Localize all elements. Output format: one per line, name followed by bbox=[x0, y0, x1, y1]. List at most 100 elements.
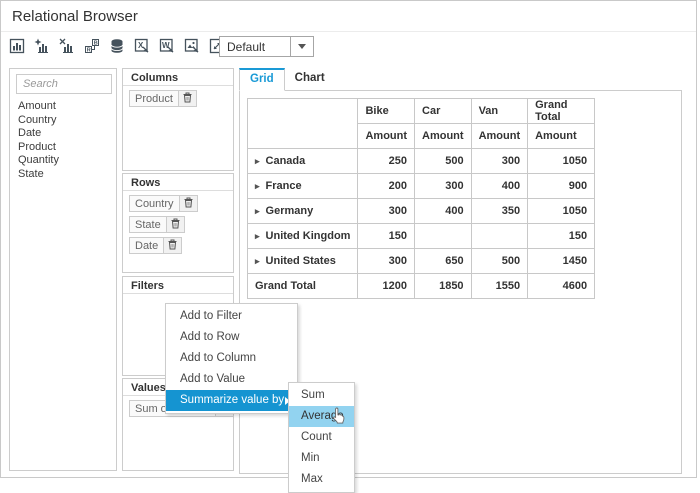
submenu-item-min[interactable]: Min bbox=[289, 448, 354, 469]
add-report-button[interactable] bbox=[32, 36, 52, 56]
expand-icon[interactable]: ▸ bbox=[255, 206, 260, 216]
report-select[interactable]: Default bbox=[219, 36, 314, 57]
submenu-item-max[interactable]: Max bbox=[289, 469, 354, 490]
menu-item-add-to-filter[interactable]: Add to Filter bbox=[166, 306, 297, 327]
word-export-icon: W bbox=[159, 38, 175, 54]
expand-icon[interactable]: ▸ bbox=[255, 231, 260, 241]
remove-chip-button[interactable] bbox=[179, 196, 197, 211]
data-source-button[interactable] bbox=[107, 36, 127, 56]
excel-export-button[interactable]: X bbox=[132, 36, 152, 56]
trash-icon bbox=[171, 218, 180, 232]
field-item-state[interactable]: State bbox=[10, 168, 116, 182]
chip-country[interactable]: Country bbox=[129, 195, 198, 212]
field-item-country[interactable]: Country bbox=[10, 114, 116, 128]
table-row: ▸France 200 300 400 900 bbox=[248, 174, 595, 199]
value-cell bbox=[415, 224, 472, 249]
tab-grid[interactable]: Grid bbox=[239, 68, 285, 91]
value-cell bbox=[471, 224, 528, 249]
row-header-france: ▸France bbox=[248, 174, 358, 199]
page-title: Relational Browser bbox=[12, 8, 138, 25]
report-select-dropdown-button[interactable] bbox=[290, 37, 313, 56]
data-source-icon bbox=[109, 38, 125, 54]
table-row: ▸Germany 300 400 350 1050 bbox=[248, 199, 595, 224]
corner-cell bbox=[248, 99, 358, 149]
value-cell: 1050 bbox=[528, 149, 595, 174]
value-cell: 400 bbox=[415, 199, 472, 224]
value-cell: 200 bbox=[358, 174, 415, 199]
table-row: ▸Canada 250 500 300 1050 bbox=[248, 149, 595, 174]
field-item-amount[interactable]: Amount bbox=[10, 100, 116, 114]
value-cell: 300 bbox=[358, 199, 415, 224]
toolbar: RB X W bbox=[7, 36, 232, 56]
menu-item-summarize-value-by[interactable]: Summarize value by bbox=[166, 390, 297, 411]
excel-export-icon: X bbox=[134, 38, 150, 54]
value-cell: 400 bbox=[471, 174, 528, 199]
menu-item-add-to-row[interactable]: Add to Row bbox=[166, 327, 297, 348]
remove-chip-button[interactable] bbox=[163, 238, 181, 253]
rows-panel: Rows Country State Date bbox=[122, 173, 234, 273]
trash-icon bbox=[168, 239, 177, 253]
value-cell: 300 bbox=[415, 174, 472, 199]
field-item-product[interactable]: Product bbox=[10, 141, 116, 155]
chevron-down-icon bbox=[298, 44, 306, 49]
value-cell: 300 bbox=[358, 249, 415, 274]
filters-panel-title: Filters bbox=[123, 277, 233, 294]
menu-item-add-to-value[interactable]: Add to Value bbox=[166, 369, 297, 390]
table-row: ▸United Kingdom 150 150 bbox=[248, 224, 595, 249]
add-report-icon bbox=[34, 38, 50, 54]
value-cell: 1050 bbox=[528, 199, 595, 224]
expand-icon[interactable]: ▸ bbox=[255, 181, 260, 191]
value-cell: 1550 bbox=[471, 274, 528, 299]
svg-text:R: R bbox=[87, 48, 91, 54]
view-tabs: Grid Chart bbox=[239, 68, 682, 91]
value-cell: 250 bbox=[358, 149, 415, 174]
hand-cursor-icon bbox=[330, 407, 346, 430]
svg-text:X: X bbox=[138, 41, 144, 50]
remove-chip-button[interactable] bbox=[166, 217, 184, 232]
value-cell: 4600 bbox=[528, 274, 595, 299]
chart-report-button[interactable] bbox=[7, 36, 27, 56]
expand-icon[interactable]: ▸ bbox=[255, 156, 260, 166]
remove-report-button[interactable] bbox=[57, 36, 77, 56]
svg-text:B: B bbox=[94, 41, 98, 47]
search-input[interactable] bbox=[16, 74, 112, 94]
table-row: ▸United States 300 650 500 1450 bbox=[248, 249, 595, 274]
row-header-united-states: ▸United States bbox=[248, 249, 358, 274]
value-cell: 1450 bbox=[528, 249, 595, 274]
value-cell: 1850 bbox=[415, 274, 472, 299]
row-header-grand-total: Grand Total bbox=[248, 274, 358, 299]
column-header: Grand Total bbox=[528, 99, 595, 124]
pdf-export-icon bbox=[184, 38, 200, 54]
word-export-button[interactable]: W bbox=[157, 36, 177, 56]
value-cell: 300 bbox=[471, 149, 528, 174]
title-divider bbox=[1, 31, 696, 32]
remove-chip-button[interactable] bbox=[178, 91, 196, 106]
report-select-value: Default bbox=[220, 37, 290, 56]
remove-report-icon bbox=[59, 38, 75, 54]
summarize-submenu: Sum Average Count Min Max bbox=[288, 382, 355, 493]
chip-state[interactable]: State bbox=[129, 216, 185, 233]
row-header-united-kingdom: ▸United Kingdom bbox=[248, 224, 358, 249]
value-cell: 900 bbox=[528, 174, 595, 199]
pdf-export-button[interactable] bbox=[182, 36, 202, 56]
pivot-grid: Bike Car Van Grand Total Amount Amount A… bbox=[247, 98, 595, 299]
trash-icon bbox=[183, 92, 192, 106]
measure-header: Amount bbox=[471, 124, 528, 149]
chip-date[interactable]: Date bbox=[129, 237, 182, 254]
column-header: Van bbox=[471, 99, 528, 124]
table-row: Bike Car Van Grand Total bbox=[248, 99, 595, 124]
tab-chart[interactable]: Chart bbox=[285, 68, 335, 90]
chip-product[interactable]: Product bbox=[129, 90, 197, 107]
value-cell: 1200 bbox=[358, 274, 415, 299]
field-item-date[interactable]: Date bbox=[10, 127, 116, 141]
field-item-quantity[interactable]: Quantity bbox=[10, 154, 116, 168]
expand-icon[interactable]: ▸ bbox=[255, 256, 260, 266]
menu-item-add-to-column[interactable]: Add to Column bbox=[166, 348, 297, 369]
column-header: Bike bbox=[358, 99, 415, 124]
value-cell: 150 bbox=[528, 224, 595, 249]
submenu-item-sum[interactable]: Sum bbox=[289, 385, 354, 406]
submenu-item-count[interactable]: Count bbox=[289, 427, 354, 448]
measure-header: Amount bbox=[528, 124, 595, 149]
rename-report-icon: RB bbox=[84, 38, 100, 54]
rename-report-button[interactable]: RB bbox=[82, 36, 102, 56]
